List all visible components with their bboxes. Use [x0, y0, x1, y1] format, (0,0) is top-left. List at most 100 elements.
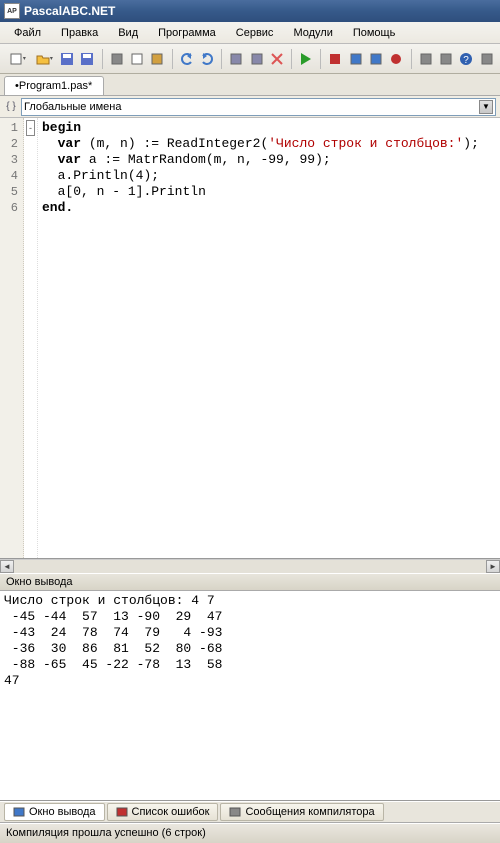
code-line: a.Println(4); — [42, 168, 496, 184]
redo-button[interactable] — [198, 48, 216, 70]
mode-expand-icon — [438, 51, 454, 67]
code-editor[interactable]: 123456 - begin var (m, n) := ReadInteger… — [0, 118, 500, 559]
new-button[interactable] — [4, 48, 29, 70]
code-line: begin — [42, 120, 496, 136]
output-pane-title: Окно вывода — [0, 573, 500, 591]
toolbar-separator — [291, 49, 292, 69]
copy-button[interactable] — [128, 48, 146, 70]
fold-cell — [24, 200, 37, 216]
output-title-label: Окно вывода — [6, 576, 73, 588]
bottom-tab-label: Сообщения компилятора — [245, 806, 374, 818]
toolbar-separator — [320, 49, 321, 69]
stop-icon — [327, 51, 343, 67]
editor-hscrollbar[interactable]: ◄ ► — [0, 559, 500, 573]
open-icon — [35, 51, 51, 67]
scroll-track[interactable] — [14, 560, 486, 573]
scope-dropdown[interactable]: Глобальные имена ▼ — [21, 98, 496, 116]
saveall-icon — [79, 51, 95, 67]
status-bar: Компиляция прошла успешно (6 строк) — [0, 823, 500, 843]
fold-cell — [24, 168, 37, 184]
save-icon — [59, 51, 75, 67]
code-area[interactable]: begin var (m, n) := ReadInteger2('Число … — [38, 118, 500, 558]
cut-button[interactable] — [107, 48, 125, 70]
paste-icon — [149, 51, 165, 67]
help-icon: ? — [458, 51, 474, 67]
title-bar: AP PascalABC.NET — [0, 0, 500, 22]
copy-icon — [129, 51, 145, 67]
line-number: 4 — [0, 168, 23, 184]
line-number-gutter: 123456 — [0, 118, 24, 558]
code-line: var (m, n) := ReadInteger2('Число строк … — [42, 136, 496, 152]
cascade-button[interactable] — [247, 48, 265, 70]
fold-cell: - — [24, 120, 37, 136]
cascade-icon — [249, 51, 265, 67]
toolbar-separator — [172, 49, 173, 69]
tile-icon — [228, 51, 244, 67]
bottom-tab-out[interactable]: Окно вывода — [4, 803, 105, 821]
new-icon — [8, 51, 24, 67]
stepover-button[interactable] — [367, 48, 385, 70]
menu-вид[interactable]: Вид — [108, 24, 148, 42]
menu-файл[interactable]: Файл — [4, 24, 51, 42]
cut-icon — [109, 51, 125, 67]
output-pane[interactable]: Число строк и столбцов: 4 7 -45 -44 57 1… — [0, 591, 500, 801]
bottom-tab-msg[interactable]: Сообщения компилятора — [220, 803, 383, 821]
help-button[interactable]: ? — [457, 48, 475, 70]
mode-normal-button[interactable] — [416, 48, 434, 70]
redo-icon — [199, 51, 215, 67]
out-tab-icon — [13, 806, 25, 818]
toolbar: ? — [0, 44, 500, 74]
tile-button[interactable] — [227, 48, 245, 70]
editor-tab-program1[interactable]: •Program1.pas* — [4, 76, 104, 95]
line-number: 6 — [0, 200, 23, 216]
line-number: 2 — [0, 136, 23, 152]
scope-value: Глобальные имена — [24, 101, 122, 113]
menu-программа[interactable]: Программа — [148, 24, 226, 42]
toolbar-separator — [221, 49, 222, 69]
close-icon — [269, 51, 285, 67]
paste-button[interactable] — [148, 48, 166, 70]
breakpoint-button[interactable] — [387, 48, 405, 70]
fold-cell — [24, 136, 37, 152]
stepinto-button[interactable] — [346, 48, 364, 70]
line-number: 5 — [0, 184, 23, 200]
fold-cell — [24, 184, 37, 200]
code-line: end. — [42, 200, 496, 216]
toolbar-separator — [102, 49, 103, 69]
menu-модули[interactable]: Модули — [283, 24, 342, 42]
code-line: var a := MatrRandom(m, n, -99, 99); — [42, 152, 496, 168]
bottom-tab-label: Список ошибок — [132, 806, 210, 818]
status-text: Компиляция прошла успешно (6 строк) — [6, 827, 206, 839]
app-icon: AP — [4, 3, 20, 19]
stop-button[interactable] — [326, 48, 344, 70]
saveall-button[interactable] — [78, 48, 96, 70]
scope-bar: { } Глобальные имена ▼ — [0, 96, 500, 118]
bottom-tab-label: Окно вывода — [29, 806, 96, 818]
toolbar-separator — [411, 49, 412, 69]
bottom-tab-err[interactable]: Список ошибок — [107, 803, 219, 821]
menu-bar: ФайлПравкаВидПрограммаСервисМодулиПомощь — [0, 22, 500, 44]
save-button[interactable] — [58, 48, 76, 70]
scroll-left-button[interactable]: ◄ — [0, 560, 14, 573]
options-button[interactable] — [478, 48, 496, 70]
line-number: 3 — [0, 152, 23, 168]
chevron-down-icon: ▼ — [479, 100, 493, 114]
scroll-right-button[interactable]: ► — [486, 560, 500, 573]
open-button[interactable] — [31, 48, 56, 70]
menu-помощь[interactable]: Помощь — [343, 24, 406, 42]
menu-правка[interactable]: Правка — [51, 24, 108, 42]
undo-button[interactable] — [177, 48, 195, 70]
editor-tabstrip: •Program1.pas* — [0, 74, 500, 96]
run-button[interactable] — [297, 48, 315, 70]
fold-toggle[interactable]: - — [26, 120, 35, 136]
menu-сервис[interactable]: Сервис — [226, 24, 284, 42]
breakpoint-icon — [388, 51, 404, 67]
braces-icon: { } — [4, 100, 18, 114]
svg-text:?: ? — [464, 55, 470, 66]
mode-expand-button[interactable] — [437, 48, 455, 70]
close-button[interactable] — [268, 48, 286, 70]
stepinto-icon — [348, 51, 364, 67]
bottom-tabstrip: Окно вывода Список ошибок Сообщения компил… — [0, 801, 500, 823]
run-icon — [298, 51, 314, 67]
code-line: a[0, n - 1].Println — [42, 184, 496, 200]
